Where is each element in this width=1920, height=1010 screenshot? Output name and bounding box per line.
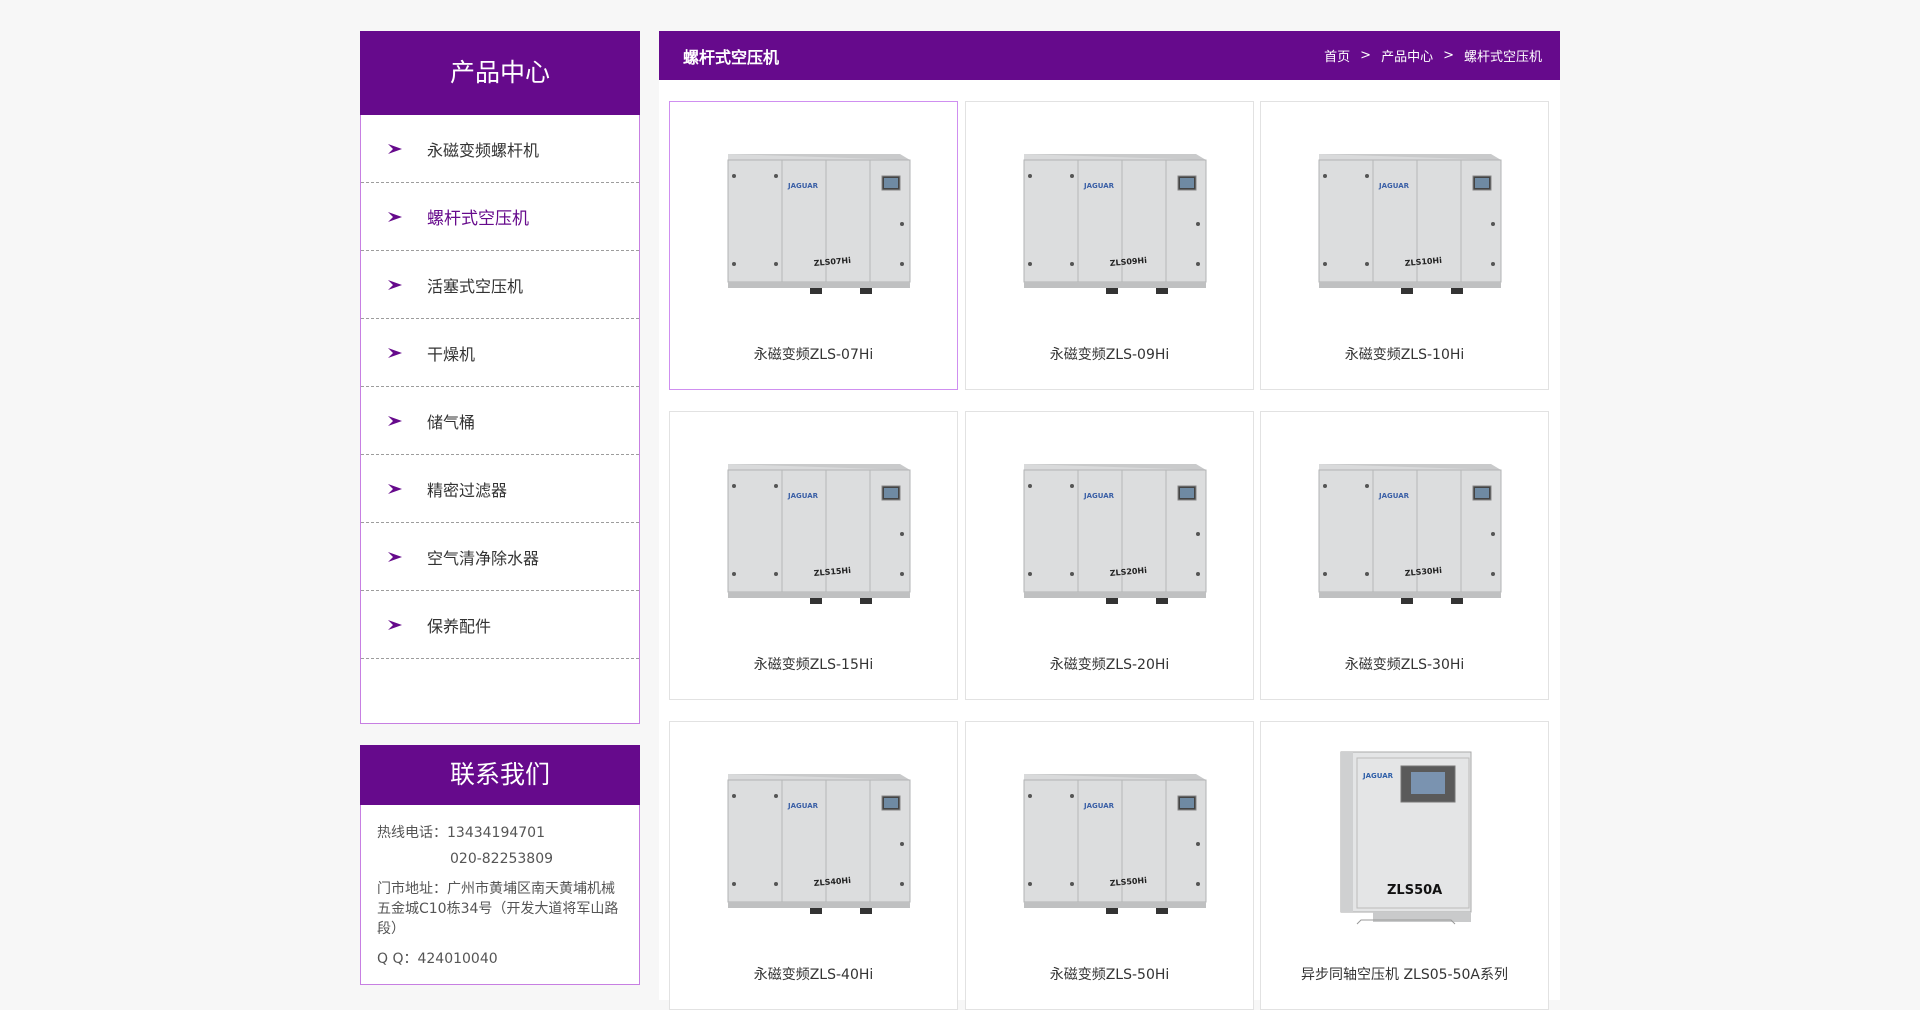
product-center-heading: 产品中心: [360, 31, 640, 115]
brand-logo-text: JAGUAR: [1083, 182, 1115, 190]
hotline-label: 热线电话：: [377, 825, 447, 841]
sidebar-item[interactable]: 永磁变频螺杆机: [361, 115, 639, 183]
hotline-line: 热线电话：13434194701: [377, 823, 623, 843]
category-list: 永磁变频螺杆机 螺杆式空压机 活塞式空压机 干燥机储气桶精密过滤器空气清净除水器 保养配…: [360, 115, 640, 724]
product-image: JAGUARZLS50Hi: [1023, 774, 1207, 914]
address: 门市地址：广州市黄埔区南天黄埔机械五金城C10栋34号（开发大道将军山路段）: [377, 881, 619, 937]
sidebar: 产品中心 永磁变频螺杆机 螺杆式空压机 活塞式空压机 干燥机储气桶精密过滤器空气清净除…: [360, 31, 640, 985]
product-name[interactable]: 永磁变频ZLS-09Hi: [966, 344, 1253, 364]
product-card[interactable]: JAGUAR ZLS07Hi 永磁变频ZLS-07Hi: [669, 101, 958, 390]
product-name[interactable]: 永磁变频ZLS-20Hi: [966, 654, 1253, 674]
arrow-right-icon: [388, 279, 402, 290]
product-card[interactable]: JAGUAR ZLS10Hi 永磁变频ZLS-10Hi: [1260, 101, 1549, 390]
sidebar-item[interactable]: 保养配件: [361, 591, 639, 659]
brand-logo-text: JAGUAR: [1083, 802, 1115, 810]
sidebar-item[interactable]: 空气清净除水器: [361, 523, 639, 591]
main-content: 螺杆式空压机 首页 > 产品中心 > 螺杆式空压机 JAGUAR ZLS07Hi 永…: [659, 31, 1560, 1010]
arrow-right-icon: [388, 415, 402, 426]
product-name[interactable]: 永磁变频ZLS-07Hi: [670, 344, 957, 364]
hotline-number-2: 020-82253809: [450, 851, 554, 867]
page: 产品中心 永磁变频螺杆机 螺杆式空压机 活塞式空压机 干燥机 储气桶 精密过滤器 空气清净除…: [0, 0, 1920, 1010]
breadcrumb-product-center[interactable]: 产品中心: [1381, 46, 1433, 65]
sidebar-item-label: 保养配件: [427, 616, 492, 636]
brand-logo-text: JAGUAR: [1378, 182, 1410, 190]
product-card[interactable]: JAGUAR ZLS20Hi 永磁变频ZLS-20Hi: [965, 411, 1254, 700]
product-card[interactable]: JAGUAR ZLS50A 异步同轴空压机 ZLS05-50A系列: [1260, 721, 1549, 1010]
product-image: JAGUARZLS10Hi: [1318, 154, 1502, 294]
arrow-right-icon: [388, 551, 402, 562]
product-image: JAGUARZLS09Hi: [1023, 154, 1207, 294]
arrow-right-icon: [388, 143, 402, 154]
product-name[interactable]: 永磁变频ZLS-15Hi: [670, 654, 957, 674]
breadcrumb-current[interactable]: 螺杆式空压机: [1464, 46, 1542, 65]
contact-panel: 联系我们 热线电话：13434194701 020-82253809 门市地址：…: [360, 745, 640, 985]
brand-logo-text: JAGUAR: [1378, 492, 1410, 500]
brand-logo-text: JAGUAR: [1083, 492, 1115, 500]
model-label: ZLS50A: [1387, 883, 1442, 898]
brand-logo-text: JAGUAR: [1362, 772, 1394, 780]
product-name[interactable]: 永磁变频ZLS-10Hi: [1261, 344, 1548, 364]
main-header: 螺杆式空压机 首页 > 产品中心 > 螺杆式空压机: [659, 31, 1560, 80]
product-image: JAGUARZLS30Hi: [1318, 464, 1502, 604]
product-card[interactable]: JAGUAR ZLS50Hi 永磁变频ZLS-50Hi: [965, 721, 1254, 1010]
sidebar-item-label: 永磁变频螺杆机: [427, 140, 540, 160]
product-name[interactable]: 永磁变频ZLS-40Hi: [670, 964, 957, 984]
product-image: JAGUARZLS15Hi: [727, 464, 911, 604]
breadcrumb-home[interactable]: 首页: [1324, 46, 1350, 65]
contact-body: 热线电话：13434194701 020-82253809 门市地址：广州市黄埔…: [360, 805, 640, 985]
contact-heading: 联系我们: [360, 745, 640, 805]
sidebar-item-label: 空气清净除水器: [427, 548, 540, 568]
arrow-right-icon: [388, 347, 402, 358]
sidebar-item-label: 螺杆式空压机: [427, 209, 529, 229]
product-card[interactable]: JAGUAR ZLS30Hi 永磁变频ZLS-30Hi: [1260, 411, 1549, 700]
brand-logo-text: JAGUAR: [787, 802, 819, 810]
sidebar-item-label: 储气桶: [427, 412, 476, 432]
breadcrumb-sep: >: [1443, 48, 1454, 63]
product-card[interactable]: JAGUAR ZLS15Hi 永磁变频ZLS-15Hi: [669, 411, 958, 700]
sidebar-item-label: 干燥机: [427, 344, 476, 364]
page-title: 螺杆式空压机: [683, 47, 780, 67]
sidebar-item-label: 精密过滤器: [427, 480, 508, 500]
sidebar-item-label: 活塞式空压机: [427, 276, 524, 296]
sidebar-item[interactable]: 储气桶: [361, 387, 639, 455]
sidebar-item[interactable]: 精密过滤器: [361, 455, 639, 523]
brand-logo-text: JAGUAR: [787, 182, 819, 190]
product-card[interactable]: JAGUAR ZLS40Hi 永磁变频ZLS-40Hi: [669, 721, 958, 1010]
product-name[interactable]: 异步同轴空压机 ZLS05-50A系列: [1261, 964, 1548, 984]
breadcrumb-sep: >: [1360, 48, 1372, 63]
arrow-right-icon: [388, 619, 402, 630]
sidebar-item[interactable]: 螺杆式空压机: [361, 183, 639, 251]
hotline-number-1: 13434194701: [447, 825, 545, 841]
product-image: JAGUARZLS20Hi: [1023, 464, 1207, 604]
sidebar-item[interactable]: 活塞式空压机: [361, 251, 639, 319]
product-image: JAGUARZLS40Hi: [727, 774, 911, 914]
product-image: JAGUARZLS07Hi: [727, 154, 911, 294]
product-name[interactable]: 永磁变频ZLS-30Hi: [1261, 654, 1548, 674]
product-name[interactable]: 永磁变频ZLS-50Hi: [966, 964, 1253, 984]
brand-logo-text: JAGUAR: [787, 492, 819, 500]
arrow-right-icon: [388, 483, 402, 494]
sidebar-item[interactable]: 干燥机: [361, 319, 639, 387]
qq: Q Q：424010040: [377, 951, 498, 967]
breadcrumb: 首页 > 产品中心 > 螺杆式空压机: [1324, 46, 1542, 65]
product-card[interactable]: JAGUAR ZLS09Hi 永磁变频ZLS-09Hi: [965, 101, 1254, 390]
product-image: JAGUAR ZLS50A: [1340, 751, 1472, 925]
arrow-right-icon: [388, 211, 402, 222]
